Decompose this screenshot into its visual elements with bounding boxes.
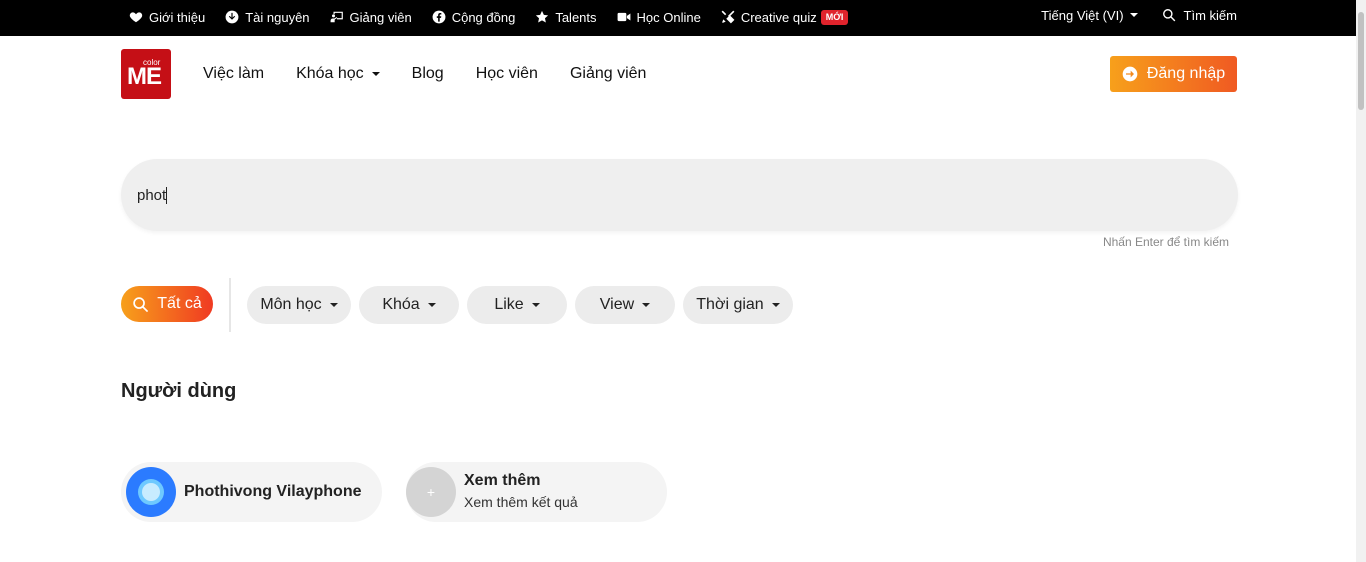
filter-label: Like (494, 296, 524, 313)
topbar-link-giang-vien[interactable]: Giảng viên (330, 10, 412, 25)
nav-item-giang-vien[interactable]: Giảng viên (570, 65, 647, 83)
nav-item-label: Khóa học (296, 65, 364, 82)
nav-item-blog[interactable]: Blog (412, 65, 444, 83)
language-label: Tiếng Việt (VI) (1041, 7, 1124, 23)
nav-item-label: Giảng viên (569, 65, 647, 82)
facebook-icon (432, 10, 446, 24)
topbar-link-label: Tài nguyên (245, 9, 310, 25)
search-input-value: phot (137, 186, 167, 204)
caret-down-icon (427, 303, 436, 307)
top-bar: Giới thiệu Tài nguyên Giảng viên Cộng đồ… (0, 0, 1366, 36)
nav-item-label: Việc làm (203, 65, 265, 82)
search-hint: Nhấn Enter để tìm kiếm (1102, 235, 1229, 249)
user-result-card[interactable]: Phothivong Vilayphone (121, 462, 382, 522)
star-icon (536, 10, 549, 23)
filter-all-label: Tất cả (157, 295, 202, 312)
filter-like[interactable]: Like (467, 286, 567, 324)
filter-label: Thời gian (696, 296, 764, 313)
caret-down-icon (531, 303, 540, 307)
heart-icon (129, 12, 143, 23)
main-nav: Việc làm Khóa học Blog Học viên Giảng vi… (203, 63, 678, 85)
new-badge: MỚI (820, 9, 849, 25)
topbar-link-gioi-thieu[interactable]: Giới thiệu (129, 10, 205, 25)
caret-down-icon (642, 303, 651, 307)
language-selector[interactable]: Tiếng Việt (VI) (1041, 7, 1138, 23)
topbar-link-label: Giới thiệu (149, 9, 206, 25)
filter-label: Môn học (260, 296, 322, 313)
search-input[interactable]: phot (121, 159, 1238, 231)
topbar-link-cong-dong[interactable]: Cộng đồng (432, 9, 516, 25)
caret-down-icon (371, 72, 380, 76)
topbar-link-talents[interactable]: Talents (535, 9, 597, 25)
filter-thoi-gian[interactable]: Thời gian (683, 286, 793, 324)
page-scrollbar[interactable] (1356, 0, 1366, 562)
topbar-search-link[interactable]: Tìm kiếm (1162, 8, 1237, 23)
topbar-link-creative-quiz[interactable]: Creative quiz MỚI (721, 9, 849, 25)
teacher-icon (330, 11, 343, 23)
plus-icon: + (406, 467, 456, 517)
see-more-text: Xem thêm Xem thêm kết quả (464, 471, 578, 513)
filter-mon-hoc[interactable]: Môn học (247, 286, 351, 324)
user-name: Phothivong Vilayphone (184, 483, 362, 500)
arrow-circle-right-icon (1122, 66, 1138, 82)
caret-down-icon (1129, 13, 1138, 17)
avatar (126, 467, 176, 517)
topbar-link-label: Giảng viên (349, 9, 412, 25)
see-more-subtitle: Xem thêm kết quả (464, 494, 578, 510)
see-more-title: Xem thêm (464, 472, 541, 489)
topbar-link-label: Cộng đồng (451, 9, 516, 25)
users-section-title: Người dùng (121, 380, 237, 402)
filter-label: Khóa (382, 296, 420, 313)
topbar-link-hoc-online[interactable]: Học Online (617, 10, 701, 25)
logo-big-text: ME (127, 63, 162, 90)
nav-item-hoc-vien[interactable]: Học viên (476, 65, 538, 83)
nav-item-label: Blog (411, 65, 444, 82)
caret-down-icon (771, 303, 780, 307)
nav-item-label: Học viên (475, 65, 538, 82)
filter-khoa[interactable]: Khóa (359, 286, 459, 324)
topbar-search-label: Tìm kiếm (1183, 7, 1237, 23)
filter-all-button[interactable]: Tất cả (121, 286, 213, 322)
top-bar-links: Giới thiệu Tài nguyên Giảng viên Cộng đồ… (129, 0, 868, 34)
filter-divider (229, 278, 231, 332)
search-icon (133, 296, 149, 312)
colorme-logo[interactable]: color ME (121, 49, 171, 99)
caret-down-icon (329, 303, 338, 307)
login-label: Đăng nhập (1146, 65, 1226, 82)
top-bar-right: Tiếng Việt (VI) Tìm kiếm (1041, 0, 1237, 30)
search-icon (1162, 9, 1175, 22)
topbar-link-label: Talents (555, 9, 597, 25)
scrollbar-thumb[interactable] (1358, 12, 1364, 110)
download-icon (225, 10, 239, 24)
filter-label: View (599, 296, 635, 313)
topbar-link-label: Creative quiz (740, 9, 817, 25)
text-cursor (166, 186, 168, 204)
see-more-card[interactable]: + Xem thêm Xem thêm kết quả (406, 462, 667, 522)
login-button[interactable]: Đăng nhập (1110, 56, 1237, 92)
topbar-link-label: Học Online (636, 9, 701, 25)
nav-item-viec-lam[interactable]: Việc làm (203, 65, 264, 83)
tools-icon (721, 10, 735, 24)
video-icon (617, 12, 630, 22)
nav-item-khoa-hoc[interactable]: Khóa học (296, 65, 380, 83)
filter-view[interactable]: View (575, 286, 675, 324)
topbar-link-tai-nguyen[interactable]: Tài nguyên (225, 9, 310, 25)
